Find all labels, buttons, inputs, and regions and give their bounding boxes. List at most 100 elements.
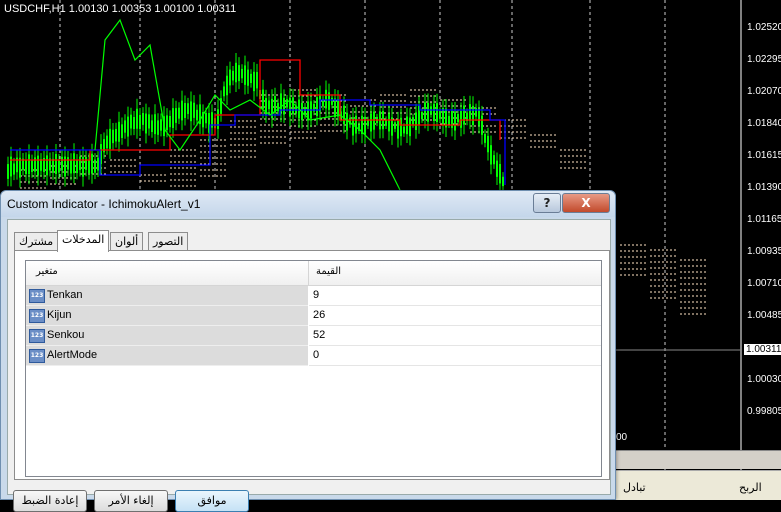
candle-body [442, 108, 444, 126]
help-button[interactable]: ? [533, 193, 561, 213]
candle-body [355, 115, 357, 134]
ok-button[interactable]: موافق [175, 490, 249, 512]
candle-body [229, 69, 231, 86]
candle-body [487, 135, 489, 153]
candle-body [115, 128, 117, 142]
candle-body [421, 111, 423, 120]
candle-body [121, 124, 123, 138]
column-header-variable[interactable]: متغير [36, 266, 58, 277]
close-button[interactable]: X [562, 193, 610, 213]
candle-body [235, 62, 237, 83]
inputs-table: متغير القيمة 123 Tenkan 9 123 Kijun 26 123 Senk… [25, 260, 602, 477]
candle-body [217, 109, 219, 129]
table-row[interactable]: 123 Kijun 26 [26, 306, 601, 326]
candle-body [367, 119, 369, 126]
candle-body [232, 70, 234, 81]
parameter-value: 0 [313, 349, 320, 361]
tab-inputs[interactable]: المدخلات [57, 230, 110, 252]
reset-button[interactable]: إعادة الضبط [13, 490, 87, 512]
candle-body [337, 98, 339, 117]
parameter-value-cell[interactable]: 52 [309, 326, 601, 346]
parameter-name: Tenkan [47, 289, 83, 301]
column-divider[interactable] [308, 261, 309, 285]
candle-body [148, 114, 150, 129]
candle-body [493, 155, 495, 165]
numeric-type-icon: 123 [29, 289, 45, 303]
candle-body [412, 117, 414, 125]
candle-body [76, 160, 78, 174]
chart-scrollbar[interactable] [615, 450, 781, 469]
parameter-name-cell[interactable]: 123 Senkou [26, 326, 308, 346]
tab-colors[interactable]: ألوان [110, 232, 144, 251]
candle-body [7, 164, 9, 179]
numeric-type-icon: 123 [29, 349, 45, 363]
parameter-name-cell[interactable]: 123 Kijun [26, 306, 308, 326]
candle-body [70, 159, 72, 174]
candle-body [175, 108, 177, 123]
candle-body [415, 112, 417, 131]
price-tick-label: 1.01390 [747, 182, 781, 193]
candle-body [499, 164, 501, 184]
table-row[interactable]: 123 Senkou 52 [26, 326, 601, 346]
table-row[interactable]: 123 AlertMode 0 [26, 346, 601, 366]
candle-body [433, 103, 435, 122]
candle-body [61, 156, 63, 171]
candle-body [223, 86, 225, 97]
table-row[interactable]: 123 Tenkan 9 [26, 286, 601, 306]
candle-body [409, 117, 411, 137]
candle-body [502, 176, 504, 187]
candle-body [94, 159, 96, 173]
candle-body [157, 120, 159, 135]
dialog-titlebar[interactable]: Custom Indicator - IchimokuAlert_v1 ? X [1, 191, 615, 217]
candle-body [478, 108, 480, 126]
cancel-button[interactable]: إلغاء الأمر [94, 490, 168, 512]
candle-body [172, 108, 174, 128]
candle-body [388, 113, 390, 132]
table-header: متغير القيمة [26, 261, 601, 286]
price-tick-label: 1.00710 [747, 278, 781, 289]
terminal-col-profit[interactable]: الربح [739, 481, 762, 494]
price-tick-label: 1.01840 [747, 118, 781, 129]
candle-body [130, 114, 132, 129]
candle-body [25, 159, 27, 175]
candle-body [346, 112, 348, 131]
candle-body [439, 111, 441, 119]
candle-body [226, 75, 228, 96]
numeric-type-icon: 123 [29, 309, 45, 323]
price-tick-label: 1.02295 [747, 54, 781, 65]
parameter-name: Kijun [47, 309, 72, 321]
candle-body [247, 69, 249, 86]
candle-body [19, 157, 21, 178]
candle-body [262, 89, 264, 109]
candle-body [178, 107, 180, 119]
price-tick-label: 1.01615 [747, 150, 781, 161]
price-tick-label: 1.02520 [747, 22, 781, 33]
candle-body [448, 116, 450, 125]
column-header-value[interactable]: القيمة [316, 266, 341, 277]
candle-body [475, 107, 477, 117]
candle-body [316, 97, 318, 117]
candle-body [13, 163, 15, 175]
candle-body [184, 103, 186, 118]
candle-body [109, 128, 111, 149]
terminal-col-swap[interactable]: تبادل [623, 481, 646, 494]
parameter-value-cell[interactable]: 0 [309, 346, 601, 366]
candle-body [58, 160, 60, 173]
candle-body [424, 102, 426, 120]
candle-body [370, 113, 372, 132]
candle-body [166, 115, 168, 130]
candle-body [256, 72, 258, 89]
candle-body [343, 105, 345, 125]
parameter-value-cell[interactable]: 26 [309, 306, 601, 326]
candle-body [91, 153, 93, 174]
candle-body [142, 113, 144, 125]
parameter-name-cell[interactable]: 123 AlertMode [26, 346, 308, 366]
candle-body [37, 155, 39, 176]
parameter-name-cell[interactable]: 123 Tenkan [26, 286, 308, 306]
tab-visualization[interactable]: التصور [148, 232, 189, 251]
parameter-value-cell[interactable]: 9 [309, 286, 601, 306]
candle-body [469, 104, 471, 121]
tab-common[interactable]: مشترك [14, 232, 59, 251]
candle-body [55, 154, 57, 174]
candle-body [253, 71, 255, 92]
